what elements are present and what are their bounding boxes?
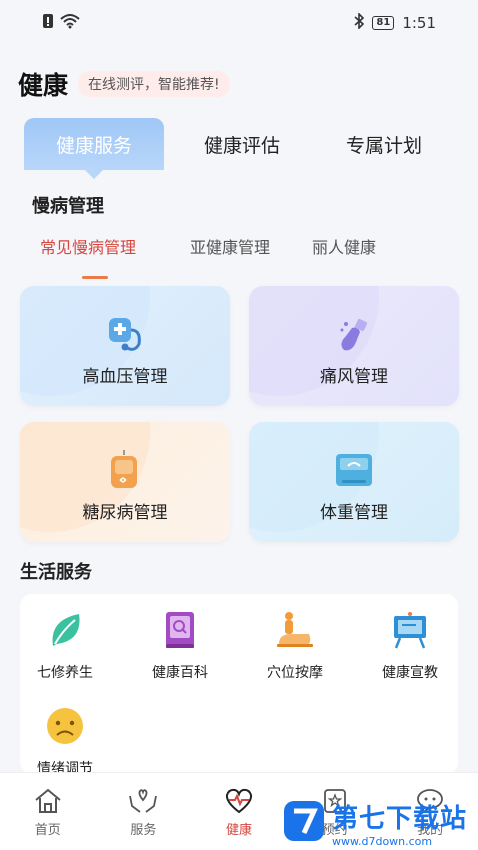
book-icon [160,610,200,650]
chronic-subtabs: 常见慢病管理 亚健康管理 丽人健康 [40,234,376,258]
battery-level: 81 [372,16,395,30]
subtab-indicator [82,276,108,279]
subtab-common-chronic[interactable]: 常见慢病管理 [40,234,190,258]
tab-health-services[interactable]: 健康服务 [24,118,164,179]
foot-icon [334,314,374,354]
sim-alert-icon [42,13,54,33]
life-item-qixiu[interactable]: 七修养生 [20,610,110,682]
weight-scale-icon [334,450,374,490]
life-section-title: 生活服务 [20,562,92,583]
header-tagline: 在线测评，智能推荐! [78,71,230,97]
wifi-icon [60,13,80,33]
sad-face-icon [45,706,85,746]
page-header: 健康 在线测评，智能推荐! [18,66,230,102]
life-services-panel: 七修养生 健康百科 穴位按摩 健康宣教 情绪调节 [20,594,458,777]
massage-icon [275,610,315,650]
card-diabetes[interactable]: 糖尿病管理 [20,422,230,542]
watermark-url: www.d7down.com [332,835,433,848]
card-weight[interactable]: 体重管理 [249,422,459,542]
bluetooth-icon [354,12,365,33]
nav-service[interactable]: 服务 [96,773,192,850]
chronic-section-title: 慢病管理 [32,196,104,217]
tab-health-assessment[interactable]: 健康评估 [182,118,302,170]
subtab-sub-health[interactable]: 亚健康管理 [190,234,312,258]
life-item-encyclopedia[interactable]: 健康百科 [135,610,225,682]
status-bar: 81 1:51 [0,0,478,46]
card-hypertension[interactable]: 高血压管理 [20,286,230,406]
subtab-beauty-health[interactable]: 丽人健康 [312,234,376,258]
nav-health[interactable]: 健康 [191,773,287,850]
heart-pulse-icon [224,787,254,815]
watermark-brand: 第七下载站 [332,804,468,834]
life-item-acupoint[interactable]: 穴位按摩 [250,610,340,682]
nav-home[interactable]: 首页 [0,773,96,850]
life-item-education[interactable]: 健康宣教 [365,610,455,682]
card-gout[interactable]: 痛风管理 [249,286,459,406]
hands-heart-icon [128,787,158,815]
glucose-meter-icon [105,450,145,490]
tab-exclusive-plan[interactable]: 专属计划 [324,118,444,170]
easel-icon [390,610,430,650]
page-title: 健康 [18,71,69,100]
leaf-icon [45,610,85,650]
stethoscope-icon [105,314,145,354]
clock: 1:51 [402,14,436,32]
watermark: 第七下载站 www.d7down.com [282,798,467,848]
main-tabs: 健康服务 健康评估 专属计划 [22,118,462,179]
watermark-logo-icon [282,799,326,847]
life-item-emotion[interactable]: 情绪调节 [20,706,110,778]
home-icon [33,787,63,815]
